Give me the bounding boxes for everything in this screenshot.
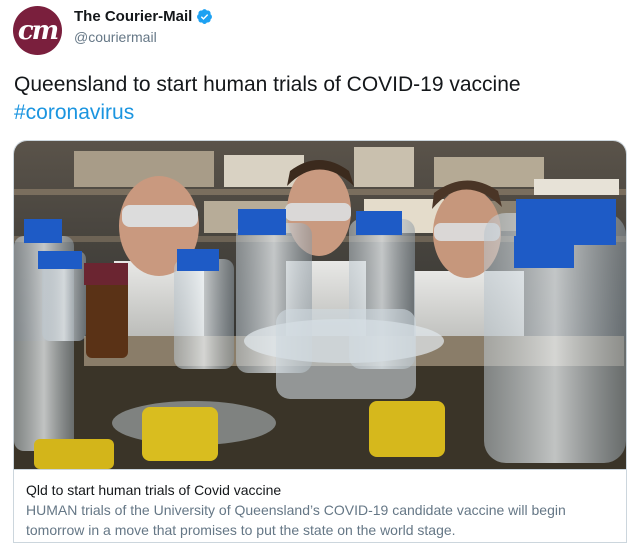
tweet-body: Queensland to start human trials of COVI… — [14, 73, 521, 96]
verified-badge-icon — [197, 9, 213, 24]
tweet-text: Queensland to start human trials of COVI… — [14, 71, 614, 127]
hashtag-link[interactable]: #coronavirus — [14, 99, 614, 127]
link-card[interactable]: Qld to start human trials of Covid vacci… — [13, 140, 627, 543]
author-handle[interactable]: @couriermail — [74, 29, 213, 45]
tweet: cm The Courier-Mail @couriermail Queensl… — [0, 0, 627, 543]
tweet-author: The Courier-Mail @couriermail — [74, 8, 213, 45]
card-image[interactable] — [14, 141, 626, 469]
card-body: Qld to start human trials of Covid vacci… — [14, 469, 626, 540]
avatar[interactable]: cm — [13, 6, 62, 55]
card-description: HUMAN trials of the University of Queens… — [26, 502, 566, 538]
card-title: Qld to start human trials of Covid vacci… — [26, 482, 282, 498]
author-display-name[interactable]: The Courier-Mail — [74, 8, 192, 25]
avatar-logo-text: cm — [17, 15, 59, 46]
author-name-row: The Courier-Mail — [74, 8, 213, 25]
